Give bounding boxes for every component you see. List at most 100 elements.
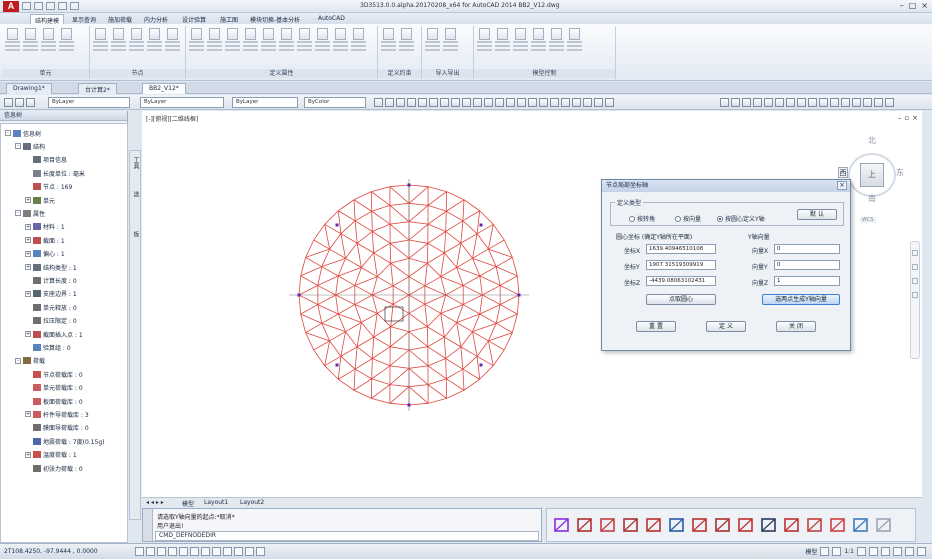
minimize-icon[interactable]: – (900, 1, 904, 10)
mesh-member[interactable] (427, 397, 447, 404)
tool-icon[interactable] (830, 98, 839, 107)
mesh-member[interactable] (390, 263, 394, 286)
mesh-member[interactable] (371, 337, 375, 359)
layer-combo[interactable]: ByLayer (48, 97, 130, 108)
tree-item[interactable]: - 属性 (15, 208, 45, 218)
mesh-member[interactable] (389, 243, 410, 259)
mesh-member[interactable] (427, 186, 447, 193)
ribbon-button[interactable] (207, 28, 222, 51)
tree-item[interactable]: - 荷载 (15, 356, 45, 366)
mesh-member[interactable] (313, 224, 326, 241)
mesh-member[interactable] (446, 389, 465, 399)
mesh-member[interactable] (373, 252, 378, 277)
mesh-member[interactable] (444, 252, 457, 268)
tool-icon[interactable] (539, 98, 548, 107)
mesh-member[interactable] (456, 243, 462, 268)
mesh-member[interactable] (408, 221, 429, 225)
mesh-member[interactable] (354, 304, 362, 323)
mesh-member[interactable] (353, 191, 372, 201)
tool-icon[interactable] (484, 98, 493, 107)
mesh-member[interactable] (354, 346, 358, 370)
tab-construction-drawing[interactable]: 施工图 (216, 14, 242, 24)
tree-item[interactable]: + 截面插入点 : 1 (25, 329, 83, 339)
mesh-member[interactable] (335, 275, 339, 296)
coord-x-input[interactable]: 1639.40946510108 (646, 244, 716, 254)
mesh-member[interactable] (445, 294, 464, 305)
mesh-member[interactable] (345, 257, 362, 268)
tool-icon[interactable] (753, 98, 762, 107)
mesh-member[interactable] (456, 322, 473, 333)
tree-item[interactable]: + 单元 (25, 195, 55, 205)
mesh-member[interactable] (329, 233, 342, 250)
mesh-member[interactable] (356, 322, 362, 347)
mesh-member[interactable] (372, 231, 391, 244)
mesh-member[interactable] (324, 210, 339, 225)
mesh-member[interactable] (390, 304, 394, 327)
expand-icon[interactable]: + (25, 290, 31, 297)
command-line-grip[interactable] (143, 509, 153, 541)
mesh-member[interactable] (372, 285, 394, 296)
ribbon-button[interactable] (549, 28, 564, 51)
mesh-member[interactable] (476, 356, 481, 380)
mesh-member[interactable] (424, 294, 446, 305)
tree-item[interactable]: 膜面导荷载库 : 0 (25, 423, 89, 433)
maximize-icon[interactable]: □ (909, 1, 917, 10)
mesh-member[interactable] (317, 304, 323, 324)
mesh-member[interactable] (424, 276, 441, 287)
sc-icon[interactable] (256, 547, 265, 556)
pick-center-button[interactable]: 点取圆心 (646, 294, 716, 305)
model-tool-icon[interactable] (806, 515, 823, 535)
mesh-member[interactable] (482, 285, 501, 296)
compass-east[interactable]: 东 (896, 167, 904, 178)
mesh-member[interactable] (371, 191, 391, 206)
mesh-member[interactable] (408, 368, 429, 385)
mesh-member[interactable] (487, 224, 494, 250)
open-icon[interactable] (34, 2, 43, 10)
mesh-member[interactable] (338, 199, 355, 212)
tool-icon[interactable] (561, 98, 570, 107)
model-tool-icon[interactable] (599, 515, 616, 535)
tree-item[interactable]: - 信息树 (5, 128, 41, 138)
tree-item[interactable]: 计算长度 : 0 (25, 275, 77, 285)
model-tool-icon[interactable] (783, 515, 800, 535)
dialog-close-button[interactable]: × (837, 181, 847, 190)
expand-icon[interactable]: + (25, 197, 31, 203)
tool-icon[interactable] (473, 98, 482, 107)
mesh-member[interactable] (479, 266, 497, 277)
ribbon-button[interactable] (41, 28, 56, 51)
ribbon-button[interactable] (111, 28, 126, 51)
mesh-member[interactable] (390, 239, 410, 244)
mesh-member[interactable] (446, 191, 465, 201)
mesh-member[interactable] (492, 349, 505, 366)
mesh-member[interactable] (427, 313, 442, 328)
model-tool-icon[interactable] (760, 515, 777, 535)
tool-icon[interactable] (385, 98, 394, 107)
tab-layout1[interactable]: Layout1 (204, 499, 228, 506)
mesh-member[interactable] (313, 349, 326, 366)
mesh-member[interactable] (353, 199, 356, 221)
mesh-member[interactable] (372, 294, 394, 305)
mesh-member[interactable] (373, 313, 378, 338)
mesh-member[interactable] (389, 349, 410, 367)
mesh-member[interactable] (499, 275, 518, 286)
mesh-member[interactable] (408, 285, 426, 296)
tree-item[interactable]: 初张力荷载 : 0 (25, 463, 83, 473)
mesh-member[interactable] (329, 248, 346, 259)
mesh-member[interactable] (356, 231, 373, 244)
mesh-member[interactable] (427, 262, 442, 277)
mesh-member[interactable] (446, 210, 464, 222)
ribbon-button[interactable] (531, 28, 546, 51)
tool-icon[interactable] (742, 98, 751, 107)
mesh-member[interactable] (472, 233, 478, 259)
coord-z-input[interactable]: -4439.08063102431 (646, 276, 716, 286)
ribbon-button[interactable] (381, 28, 396, 51)
mesh-member[interactable] (511, 313, 518, 333)
mesh-member[interactable] (390, 326, 410, 333)
mesh-member[interactable] (324, 224, 331, 250)
model-tool-icon[interactable] (553, 515, 570, 535)
mesh-member[interactable] (371, 231, 375, 253)
mesh-member[interactable] (440, 313, 445, 338)
polar-icon[interactable] (168, 547, 177, 556)
mesh-member[interactable] (335, 294, 339, 315)
mesh-member[interactable] (427, 346, 446, 359)
